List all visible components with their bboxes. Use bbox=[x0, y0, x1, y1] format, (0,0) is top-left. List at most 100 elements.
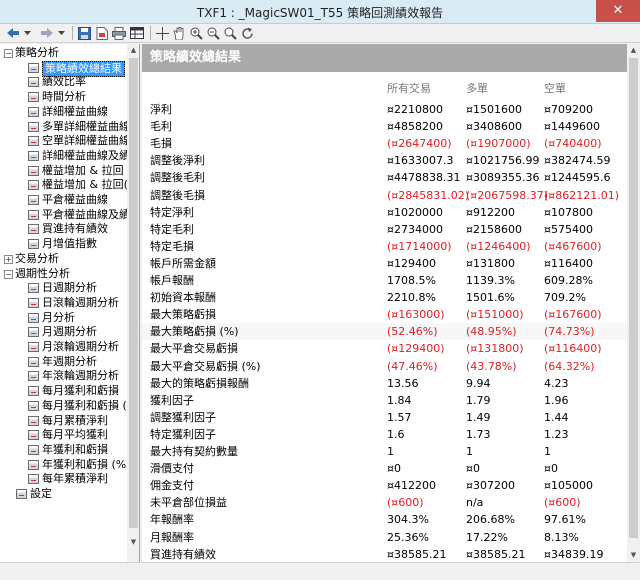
report-header: 策略績效總結果 bbox=[142, 44, 627, 72]
tree-vertical-scrollbar[interactable]: ▲ ▼ bbox=[127, 44, 139, 562]
chart-report-icon bbox=[28, 195, 39, 205]
metric-label: 調整後毛利 bbox=[150, 171, 205, 185]
value-all-trades: (¤2845831.02) bbox=[387, 188, 470, 202]
metric-label: 買進持有績效 bbox=[150, 547, 216, 561]
table-row: 調整後淨利 ¤1633007.3 ¤1021756.99 ¤382474.59 bbox=[142, 152, 627, 169]
tree-item-label: 每月累積淨利 bbox=[42, 413, 108, 427]
table-row: 最大持有契約數量 1 1 1 bbox=[142, 443, 627, 460]
value-all-trades: (¤2647400) bbox=[387, 137, 452, 151]
value-long: ¤38585.21 bbox=[466, 547, 526, 561]
value-all-trades: ¤0 bbox=[387, 462, 401, 476]
collapse-icon[interactable]: − bbox=[4, 269, 13, 279]
tree-item-label: 詳細權益曲線及績效 bbox=[42, 148, 140, 162]
forward-dropdown-icon[interactable] bbox=[56, 25, 66, 41]
back-dropdown-icon[interactable] bbox=[22, 25, 32, 41]
table-row: 最大策略虧損 (¤163000) (¤151000) (¤167600) bbox=[142, 306, 627, 323]
chart-report-icon bbox=[28, 459, 39, 470]
value-short: ¤107800 bbox=[544, 205, 593, 219]
tree-item-label: 週期性分析 bbox=[15, 266, 70, 280]
refresh-icon[interactable] bbox=[240, 25, 254, 41]
close-button[interactable]: ✕ bbox=[596, 0, 640, 22]
value-long: n/a bbox=[466, 496, 484, 510]
expand-icon[interactable]: + bbox=[4, 254, 13, 264]
value-long: ¤3408600 bbox=[466, 120, 522, 134]
value-long: 1.49 bbox=[466, 410, 491, 424]
window-title: TXF1 : _MagicSW01_T55 策略回測績效報告 bbox=[196, 6, 444, 20]
metric-label: 特定獲利因子 bbox=[150, 427, 216, 441]
value-long: 1.73 bbox=[466, 427, 491, 441]
scroll-up-arrow-icon[interactable]: ▲ bbox=[127, 44, 139, 57]
table-row: 最大策略虧損 (%) (52.46%) (48.95%) (74.73%) bbox=[142, 323, 627, 341]
report-vertical-scrollbar[interactable]: ▲ ▼ bbox=[627, 44, 640, 562]
chart-report-icon bbox=[28, 121, 39, 132]
metric-label: 特定毛損 bbox=[150, 239, 194, 253]
report-scroll-up-icon[interactable]: ▲ bbox=[627, 44, 640, 57]
zoom-in-icon[interactable] bbox=[189, 25, 203, 41]
chart-report-icon bbox=[28, 356, 39, 367]
value-long: 206.68% bbox=[466, 513, 515, 527]
tree-item-label: 月週期分析 bbox=[42, 325, 97, 339]
table-row: 滑價支付 ¤0 ¤0 ¤0 bbox=[142, 460, 627, 477]
chart-report-icon bbox=[28, 444, 39, 455]
value-short: ¤34839.19 bbox=[544, 547, 604, 561]
table-view-icon[interactable] bbox=[130, 25, 144, 41]
back-arrow-icon[interactable] bbox=[6, 25, 20, 41]
hand-pan-icon[interactable] bbox=[172, 25, 186, 41]
tree-scroll-thumb[interactable] bbox=[129, 58, 138, 528]
scroll-down-arrow-icon[interactable]: ▼ bbox=[127, 536, 139, 549]
chart-report-icon bbox=[28, 430, 39, 441]
toolbar bbox=[0, 24, 640, 43]
value-all-trades: 13.56 bbox=[387, 376, 419, 390]
value-short: 609.28% bbox=[544, 274, 593, 287]
value-short: ¤105000 bbox=[544, 479, 593, 493]
value-long: ¤1501600 bbox=[466, 103, 522, 116]
export-document-icon[interactable] bbox=[95, 25, 109, 41]
collapse-icon[interactable]: − bbox=[4, 49, 13, 58]
chart-report-icon bbox=[28, 239, 39, 250]
table-row: 帳戶所需金額 ¤129400 ¤131800 ¤116400 bbox=[142, 255, 627, 272]
value-short: 1.23 bbox=[544, 427, 569, 441]
value-short: 709.2% bbox=[544, 291, 586, 305]
value-all-trades: (¤1714000) bbox=[387, 239, 452, 253]
chart-report-icon bbox=[28, 180, 39, 191]
value-long: ¤131800 bbox=[466, 256, 515, 270]
value-long: 17.22% bbox=[466, 530, 508, 544]
table-row: 特定毛利 ¤2734000 ¤2158600 ¤575400 bbox=[142, 221, 627, 238]
value-long: (¤2067598.37) bbox=[466, 188, 549, 202]
tree-item-label: 交易分析 bbox=[15, 251, 59, 265]
report-scroll-thumb[interactable] bbox=[629, 58, 638, 538]
zoom-out-icon[interactable] bbox=[206, 25, 220, 41]
metric-label: 特定毛利 bbox=[150, 222, 194, 236]
metric-label: 最大的策略虧損報酬 bbox=[150, 376, 249, 390]
value-short: (¤600) bbox=[544, 496, 581, 510]
table-row: 初始資本報酬 2210.8% 1501.6% 709.2% bbox=[142, 289, 627, 306]
tree-item-label: 績效比率 bbox=[42, 75, 86, 89]
zoom-reset-icon[interactable] bbox=[223, 25, 237, 41]
chart-report-icon bbox=[28, 92, 39, 103]
table-row: 淨利 ¤2210800 ¤1501600 ¤709200 bbox=[142, 101, 627, 118]
forward-arrow-icon[interactable] bbox=[40, 25, 54, 41]
table-row: 最大的策略虧損報酬 13.56 9.94 4.23 bbox=[142, 375, 627, 392]
report-scroll-down-icon[interactable]: ▼ bbox=[627, 549, 640, 562]
value-all-trades: (52.46%) bbox=[387, 325, 438, 339]
value-short: ¤1244595.6 bbox=[544, 171, 611, 185]
value-all-trades: 1.84 bbox=[387, 393, 412, 407]
metric-label: 初始資本報酬 bbox=[150, 291, 216, 305]
value-all-trades: 1708.5% bbox=[387, 274, 436, 287]
chart-report-icon bbox=[28, 312, 39, 323]
table-row: 未平倉部位損益 (¤600) n/a (¤600) bbox=[142, 494, 627, 511]
status-bar bbox=[0, 562, 640, 580]
print-icon[interactable] bbox=[112, 25, 126, 41]
chart-report-icon bbox=[28, 150, 39, 161]
metric-label: 月報酬率 bbox=[150, 530, 194, 544]
value-short: (74.73%) bbox=[544, 325, 595, 339]
crosshair-icon[interactable] bbox=[155, 25, 169, 41]
metric-label: 獲利因子 bbox=[150, 393, 194, 407]
table-row: 特定淨利 ¤1020000 ¤912200 ¤107800 bbox=[142, 204, 627, 221]
report-icon bbox=[16, 489, 27, 499]
chart-report-icon bbox=[28, 327, 39, 338]
value-all-trades: (¤163000) bbox=[387, 308, 445, 322]
save-icon[interactable] bbox=[77, 25, 91, 41]
table-row: 調整後毛損 (¤2845831.02) (¤2067598.37) (¤862121.… bbox=[142, 187, 627, 204]
value-long: 1 bbox=[466, 445, 473, 458]
